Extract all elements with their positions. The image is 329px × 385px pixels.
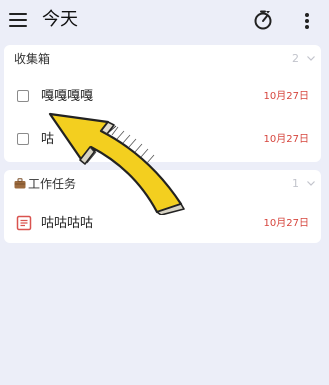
menu-button[interactable]: [9, 13, 27, 27]
more-vertical-dot: [305, 25, 309, 29]
work-section-header[interactable]: 工作任务 1: [4, 170, 321, 198]
task-row[interactable]: 咕 10月27日: [4, 121, 321, 159]
hamburger-menu-line: [9, 25, 27, 27]
work-section-title-wrap: 工作任务: [14, 176, 76, 192]
focus-timer-icon: [254, 10, 272, 30]
task-due-date: 10月27日: [263, 218, 309, 229]
hamburger-menu-icon: [9, 13, 27, 15]
chevron-down-icon[interactable]: [307, 56, 315, 61]
task-due-date: 10月27日: [263, 134, 309, 145]
work-section: 工作任务 1 咕咕咕咕 10月27日: [4, 170, 321, 243]
more-options-button[interactable]: [301, 11, 313, 31]
inbox-section-title: 收集箱: [14, 52, 51, 66]
hamburger-menu-line: [9, 19, 27, 21]
task-checkbox[interactable]: [17, 133, 29, 145]
inbox-task-count: 2: [292, 52, 299, 65]
work-section-title: 工作任务: [28, 177, 77, 191]
more-vertical-icon: [305, 13, 309, 17]
task-title: 咕: [41, 132, 55, 147]
work-task-count: 1: [292, 177, 299, 190]
task-due-date: 10月27日: [263, 91, 309, 102]
task-row[interactable]: 嘎嘎嘎嘎 10月27日: [4, 78, 321, 116]
task-title: 咕咕咕咕: [41, 216, 94, 231]
task-row[interactable]: 咕咕咕咕 10月27日: [4, 205, 321, 243]
note-icon[interactable]: [16, 215, 32, 231]
more-vertical-dot: [305, 19, 309, 23]
page-title: 今天: [42, 9, 78, 30]
focus-timer-button[interactable]: [252, 9, 274, 31]
inbox-section: 收集箱 2 嘎嘎嘎嘎 10月27日 咕 10月27日: [4, 45, 321, 162]
inbox-section-header[interactable]: 收集箱 2: [4, 45, 321, 73]
top-bar: 今天: [0, 0, 329, 40]
task-checkbox[interactable]: [17, 90, 29, 102]
task-title: 嘎嘎嘎嘎: [41, 89, 94, 104]
chevron-down-icon[interactable]: [307, 181, 315, 186]
briefcase-icon: [14, 178, 26, 189]
